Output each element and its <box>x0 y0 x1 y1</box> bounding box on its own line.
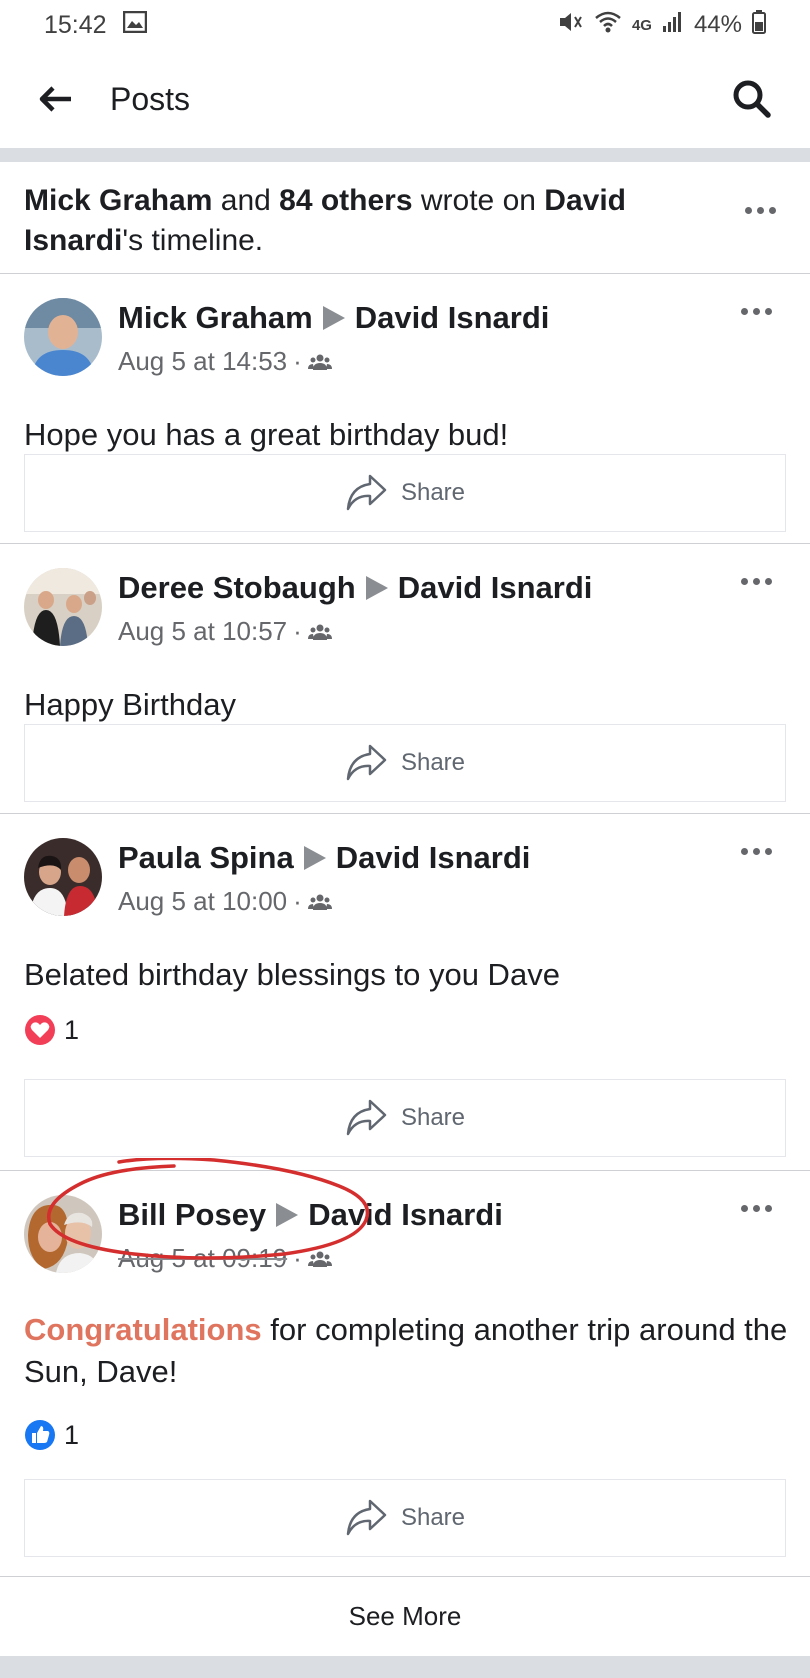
share-button[interactable]: Share <box>24 1479 786 1557</box>
network-type: 4G <box>631 16 652 34</box>
post-meta: Aug 5 at 10:00 · <box>118 886 332 917</box>
post-header: Bill Posey David Isnardi <box>118 1197 503 1233</box>
app-bar: Posts <box>0 50 810 148</box>
post-card: Deree Stobaugh David Isnardi Aug 5 at 10… <box>0 543 810 813</box>
post-timestamp[interactable]: Aug 5 at 10:00 <box>118 886 287 917</box>
post-meta: Aug 5 at 14:53 · <box>118 346 332 377</box>
post-timestamp[interactable]: Aug 5 at 14:53 <box>118 346 287 377</box>
love-reaction-icon <box>25 1015 55 1045</box>
share-button[interactable]: Share <box>24 454 786 532</box>
share-icon <box>346 1099 387 1136</box>
more-options-icon[interactable] <box>745 207 776 214</box>
mute-icon <box>558 10 584 41</box>
post-meta: Aug 5 at 10:57 · <box>118 616 332 647</box>
avatar[interactable] <box>24 568 102 646</box>
post-author[interactable]: Deree Stobaugh <box>118 570 356 606</box>
summary-connector-2: wrote on <box>412 184 545 217</box>
share-icon <box>346 744 387 781</box>
battery-icon <box>752 9 766 41</box>
avatar[interactable] <box>24 1195 102 1273</box>
share-label: Share <box>400 479 466 506</box>
dot-separator: · <box>293 346 302 376</box>
post-author[interactable]: Bill Posey <box>118 1197 266 1233</box>
share-label: Share <box>400 1104 466 1131</box>
post-card: Mick Graham David Isnardi Aug 5 at 14:53… <box>0 273 810 543</box>
post-author[interactable]: Paula Spina <box>118 840 294 876</box>
more-options-icon[interactable] <box>741 1205 772 1212</box>
section-divider <box>0 148 810 162</box>
post-header: Paula Spina David Isnardi <box>118 840 530 876</box>
arrow-right-icon <box>365 576 388 600</box>
share-icon <box>346 474 387 511</box>
post-card: Bill Posey David Isnardi Aug 5 at 09:19 … <box>0 1170 810 1576</box>
post-text: Hope you has a great birthday bud! <box>24 417 509 452</box>
avatar[interactable] <box>24 298 102 376</box>
arrow-left-icon <box>39 86 71 112</box>
dot-separator: · <box>293 616 302 646</box>
wifi-icon <box>594 10 622 41</box>
share-icon <box>346 1499 387 1536</box>
bottom-divider <box>0 1656 810 1678</box>
post-text: Happy Birthday <box>24 687 236 722</box>
battery-percent: 44% <box>693 11 742 38</box>
page-title: Posts <box>110 80 191 117</box>
post-target[interactable]: David Isnardi <box>336 840 531 876</box>
reaction-summary[interactable]: 1 <box>24 1419 79 1451</box>
summary-text: Mick Graham and 84 others wrote on David… <box>24 181 724 261</box>
highlighted-word[interactable]: Congratulations <box>24 1312 262 1347</box>
summary-suffix: 's timeline. <box>122 224 264 257</box>
friends-audience-icon <box>307 354 332 370</box>
share-label: Share <box>400 1504 466 1531</box>
dot-separator: · <box>293 1243 302 1273</box>
post-timestamp[interactable]: Aug 5 at 09:19 <box>118 1243 287 1274</box>
more-options-icon[interactable] <box>741 578 772 585</box>
timeline-summary: Mick Graham and 84 others wrote on David… <box>0 163 810 273</box>
status-bar: 15:42 4G 44% <box>0 0 810 50</box>
post-card: Paula Spina David Isnardi Aug 5 at 10:00… <box>0 813 810 1170</box>
share-label: Share <box>400 749 466 776</box>
signal-icon <box>662 10 684 41</box>
gallery-icon <box>122 10 147 40</box>
post-meta: Aug 5 at 09:19 · <box>118 1243 332 1274</box>
dot-separator: · <box>293 886 302 916</box>
back-button[interactable] <box>26 69 86 129</box>
post-target[interactable]: David Isnardi <box>355 300 550 336</box>
more-options-icon[interactable] <box>741 308 772 315</box>
post-author[interactable]: Mick Graham <box>118 300 313 336</box>
arrow-right-icon <box>276 1203 299 1227</box>
friends-audience-icon <box>307 894 332 910</box>
friends-audience-icon <box>307 1251 332 1267</box>
reaction-count: 1 <box>64 1014 80 1045</box>
reaction-summary[interactable]: 1 <box>24 1014 79 1046</box>
post-header: Mick Graham David Isnardi <box>118 300 549 336</box>
summary-others[interactable]: 84 others <box>279 184 412 217</box>
post-target[interactable]: David Isnardi <box>398 570 593 606</box>
more-options-icon[interactable] <box>741 848 772 855</box>
arrow-right-icon <box>322 306 345 330</box>
reaction-count: 1 <box>64 1419 80 1450</box>
share-button[interactable]: Share <box>24 724 786 802</box>
avatar[interactable] <box>24 838 102 916</box>
friends-audience-icon <box>307 624 332 640</box>
share-button[interactable]: Share <box>24 1079 786 1157</box>
arrow-right-icon <box>303 846 326 870</box>
post-timestamp[interactable]: Aug 5 at 10:57 <box>118 616 287 647</box>
summary-name[interactable]: Mick Graham <box>24 184 212 217</box>
post-text: Congratulations for completing another t… <box>24 1309 794 1393</box>
post-text: Belated birthday blessings to you Dave <box>24 957 560 992</box>
search-icon <box>733 80 771 118</box>
post-header: Deree Stobaugh David Isnardi <box>118 570 592 606</box>
like-reaction-icon <box>25 1420 55 1450</box>
see-more-button[interactable]: See More <box>0 1576 810 1656</box>
post-target[interactable]: David Isnardi <box>308 1197 503 1233</box>
status-time: 15:42 <box>44 10 107 39</box>
summary-connector: and <box>212 184 280 217</box>
search-button[interactable] <box>724 71 780 127</box>
